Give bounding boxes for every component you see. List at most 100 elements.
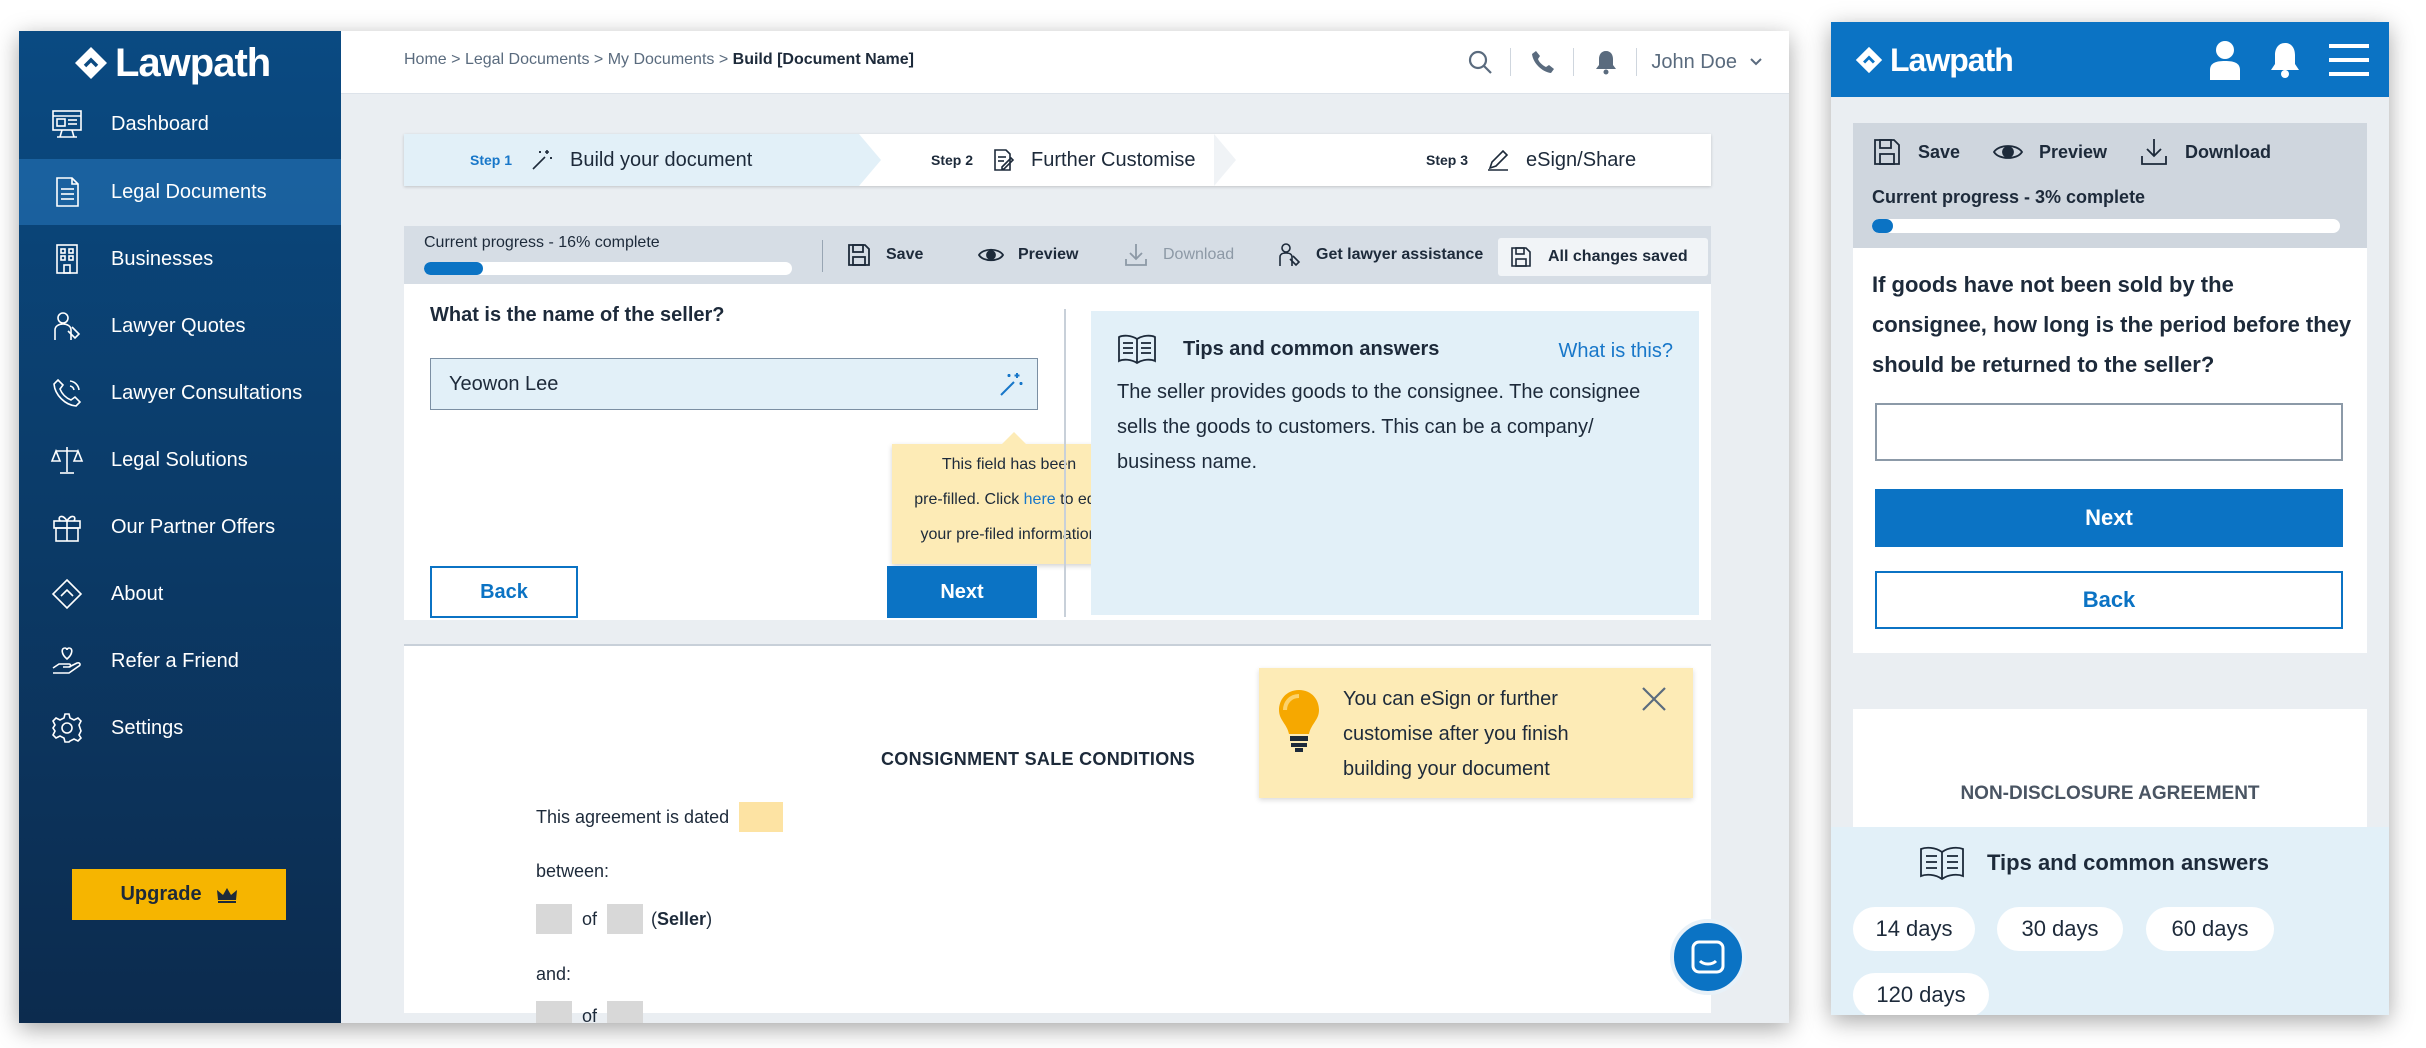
step-progress: Step 1 Build your document Step 2 Furthe… <box>404 134 1711 186</box>
back-button[interactable]: Back <box>430 566 578 618</box>
brand-name: Lawpath <box>1890 41 2014 78</box>
answer-chip[interactable]: 60 days <box>2146 907 2274 951</box>
step-esign[interactable]: Step 3 eSign/Share <box>1426 134 1636 186</box>
dashboard-icon <box>49 106 85 142</box>
sidebar-item-partner-offers[interactable]: Our Partner Offers <box>19 494 341 560</box>
menu-icon[interactable] <box>2325 36 2373 84</box>
step-number: Step 3 <box>1426 152 1469 168</box>
sidebar-item-label: Refer a Friend <box>111 649 239 672</box>
step-customise[interactable]: Step 2 Further Customise <box>931 134 1196 186</box>
divider <box>1636 48 1638 76</box>
divider <box>822 240 823 272</box>
scales-icon <box>49 442 85 478</box>
preview-button[interactable]: Preview <box>978 238 1078 272</box>
sidebar-item-legal-solutions[interactable]: Legal Solutions <box>19 427 341 493</box>
answer-chip[interactable]: 14 days <box>1853 907 1975 951</box>
download-label: Download <box>1163 246 1235 263</box>
divider <box>1573 48 1575 76</box>
progress-bar <box>1872 219 2340 233</box>
consignee-name-placeholder[interactable] <box>536 1001 572 1023</box>
sidebar-item-legal-documents[interactable]: Legal Documents <box>19 159 341 225</box>
step-number: Step 1 <box>470 152 513 168</box>
mobile-document-preview: NON-DISCLOSURE AGREEMENT <box>1853 709 2367 827</box>
breadcrumb-home[interactable]: Home <box>404 51 447 68</box>
eye-icon <box>1993 145 2023 159</box>
save-button[interactable]: Save <box>846 238 923 272</box>
breadcrumb-separator: > <box>718 51 729 68</box>
sidebar-item-businesses[interactable]: Businesses <box>19 226 341 292</box>
hint-banner: You can eSign or further customise after… <box>1259 668 1693 798</box>
mobile-question-card: Save Preview Download Current progress -… <box>1853 123 2367 653</box>
date-placeholder[interactable] <box>739 802 784 832</box>
magic-wand-icon[interactable] <box>997 371 1025 399</box>
hand-heart-icon <box>49 643 85 679</box>
user-icon[interactable] <box>2201 36 2249 84</box>
progress-label: Current progress - 16% complete <box>424 234 660 251</box>
close-icon[interactable] <box>1639 684 1669 714</box>
breadcrumb-current: Build [Document Name] <box>732 51 914 68</box>
return-period-input[interactable] <box>1875 403 2343 461</box>
download-button[interactable]: Download <box>1123 238 1234 272</box>
top-bar: Home > Legal Documents > My Documents > … <box>341 31 1789 94</box>
download-button[interactable]: Download <box>2139 137 2271 167</box>
progress-fill <box>1872 219 1894 233</box>
sidebar-item-label: Legal Documents <box>111 180 267 203</box>
breadcrumb-my-documents[interactable]: My Documents <box>608 51 715 68</box>
document-text: This agreement is dated <box>536 806 730 827</box>
book-icon <box>1920 846 1964 881</box>
lawyer-icon <box>49 308 85 344</box>
back-button[interactable]: Back <box>1875 571 2343 629</box>
sidebar-item-lawyer-consultations[interactable]: Lawyer Consultations <box>19 360 341 426</box>
sidebar-item-about[interactable]: About <box>19 561 341 627</box>
next-button[interactable]: Next <box>887 566 1037 618</box>
answer-chip[interactable]: 30 days <box>1997 907 2123 951</box>
breadcrumb-legal-documents[interactable]: Legal Documents <box>465 51 590 68</box>
lawyer-assistance-button[interactable]: Get lawyer assistance <box>1276 238 1483 272</box>
building-icon <box>49 241 85 277</box>
brand-logo[interactable]: Lawpath <box>74 39 271 87</box>
sidebar-item-label: About <box>111 582 164 605</box>
save-button[interactable]: Save <box>1872 137 1960 167</box>
divider <box>1510 48 1512 76</box>
brand-logo[interactable]: Lawpath <box>1855 36 2014 84</box>
consignee-address-placeholder[interactable] <box>607 1001 644 1023</box>
sidebar-item-settings[interactable]: Settings <box>19 695 341 761</box>
panel-divider <box>1064 309 1066 617</box>
edit-prefill-link[interactable]: here <box>1024 491 1056 508</box>
question-label: If goods have not been sold by the consi… <box>1872 272 2352 377</box>
tooltip-text: pre-filled. Click <box>914 491 1024 508</box>
chat-launcher-button[interactable] <box>1670 919 1746 995</box>
document-text: of <box>582 1005 598 1024</box>
what-is-this-link[interactable]: What is this? <box>1559 340 1673 363</box>
preview-button[interactable]: Preview <box>1993 137 2107 167</box>
sidebar-item-refer-friend[interactable]: Refer a Friend <box>19 628 341 694</box>
save-status: All changes saved <box>1498 238 1708 276</box>
phone-icon[interactable] <box>1527 46 1559 78</box>
upgrade-label: Upgrade <box>120 883 202 905</box>
sidebar-item-label: Dashboard <box>111 112 209 135</box>
seller-name-input[interactable]: Yeowon Lee <box>430 358 1038 410</box>
step-build[interactable]: Step 1 Build your document <box>404 134 881 186</box>
edit-document-icon <box>994 149 1015 171</box>
upgrade-button[interactable]: Upgrade <box>72 869 286 920</box>
next-button[interactable]: Next <box>1875 489 2343 547</box>
search-icon[interactable] <box>1464 46 1496 78</box>
lawyer-icon <box>1279 243 1301 267</box>
answer-chip[interactable]: 120 days <box>1853 973 1989 1015</box>
sidebar-item-lawyer-quotes[interactable]: Lawyer Quotes <box>19 293 341 359</box>
bell-icon[interactable] <box>2261 36 2309 84</box>
seller-address-placeholder[interactable] <box>607 904 644 934</box>
sidebar-item-label: Businesses <box>111 247 214 270</box>
sidebar-item-label: Settings <box>111 716 184 739</box>
progress-label: Current progress - 3% complete <box>1872 187 2146 207</box>
document-title: NON-DISCLOSURE AGREEMENT <box>1960 783 2260 804</box>
tips-title: Tips and common answers <box>1987 850 2270 875</box>
step-label: Further Customise <box>1031 148 1196 171</box>
tips-panel: Tips and common answers What is this? Th… <box>1091 311 1699 615</box>
bell-icon[interactable] <box>1590 46 1622 78</box>
pen-icon <box>1488 149 1509 171</box>
seller-name-placeholder[interactable] <box>536 904 572 934</box>
sidebar-item-dashboard[interactable]: Dashboard <box>19 91 341 157</box>
tips-heading: Tips and common answers <box>1117 333 1439 365</box>
user-menu[interactable]: John Doe <box>1651 51 1763 74</box>
